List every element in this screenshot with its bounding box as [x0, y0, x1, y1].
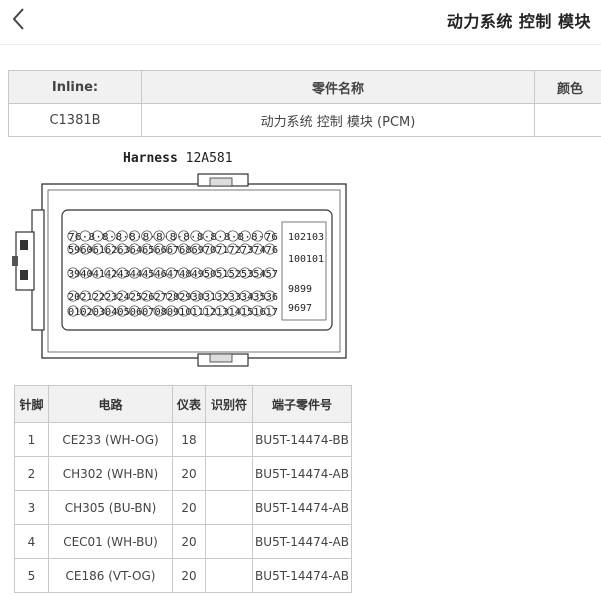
harness-id: 12A581	[185, 151, 233, 166]
top-bar: 动力系统 控制 模块	[0, 0, 601, 40]
pin-row-1: 76·8·8·8·8·8·8·8·8·8·8·8·8·8·76	[68, 232, 278, 243]
page-title: 动力系统 控制 模块	[446, 12, 591, 31]
part-info-table: Inline: 零件名称 颜色 C1381B 动力系统 控制 模块 (PCM)	[8, 70, 601, 137]
pin-table: 针脚 电路 仪表 识别符 端子零件号 1 CE233 (WH-OG) 18 BU…	[14, 385, 352, 593]
back-button[interactable]	[8, 5, 32, 33]
color-value	[534, 103, 601, 137]
pin-side-3: 9899	[288, 284, 312, 295]
chevron-left-icon	[12, 8, 24, 30]
pin-side-2: 100101	[288, 254, 324, 265]
table-row: 4 CEC01 (WH-BU) 20 BU5T-14474-AB	[14, 524, 352, 559]
gauge-header: 仪表	[172, 385, 206, 423]
pin-header: 针脚	[14, 385, 49, 423]
harness-label: Harness	[123, 151, 178, 166]
pin-side-4: 9697	[288, 303, 312, 314]
table-row: 2 CH302 (WH-BN) 20 BU5T-14474-AB	[14, 456, 352, 491]
pin-row-4: 2021222324252627282930313233343536	[68, 292, 278, 303]
table-row: 5 CE186 (VT-OG) 20 BU5T-14474-AB	[14, 558, 352, 593]
part-name-header: 零件名称	[141, 70, 535, 104]
table-row: 1 CE233 (WH-OG) 18 BU5T-14474-BB	[14, 422, 352, 457]
pin-side-1: 102103	[288, 232, 324, 243]
part-name-value: 动力系统 控制 模块 (PCM)	[141, 103, 535, 137]
circuit-header: 电路	[48, 385, 173, 423]
inline-header: Inline:	[8, 70, 142, 104]
pin-row-2: 5960616263646566676869707172737476	[68, 245, 278, 256]
color-header: 颜色	[534, 70, 601, 104]
harness-title: Harness 12A581	[123, 151, 233, 166]
identifier-header: 识别符	[205, 385, 253, 423]
connector-diagram: 76·8·8·8·8·8·8·8·8·8·8·8·8·8·76 59606162…	[12, 173, 347, 367]
terminal-part-header: 端子零件号	[252, 385, 352, 423]
table-row: 3 CH305 (BU-BN) 20 BU5T-14474-AB	[14, 490, 352, 525]
inline-value: C1381B	[8, 103, 142, 137]
header-divider	[0, 44, 601, 45]
